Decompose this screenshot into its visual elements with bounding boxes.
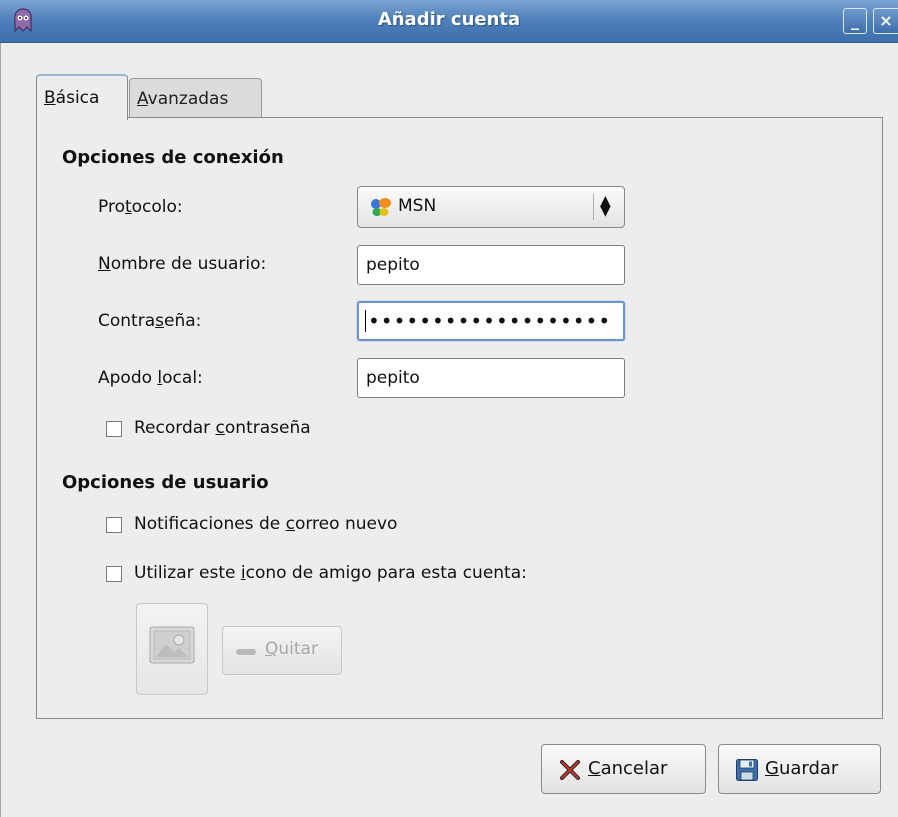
buddy-icon-label[interactable]: Utilizar este icono de amigo para esta c…	[134, 563, 527, 583]
floppy-save-icon	[736, 759, 758, 781]
protocol-label: Protocolo:	[98, 197, 183, 217]
combo-separator	[593, 194, 594, 220]
section-title-connection: Opciones de conexión	[62, 147, 284, 168]
close-button[interactable]: ×	[873, 8, 898, 34]
minus-icon	[236, 649, 256, 655]
new-mail-checkbox[interactable]	[106, 517, 122, 533]
password-label: Contraseña:	[98, 311, 202, 331]
cancel-button-label: Cancelar	[588, 758, 668, 779]
save-button[interactable]: Guardar	[718, 744, 881, 794]
msn-butterfly-icon	[371, 198, 391, 216]
window-title: Añadir cuenta	[377, 9, 521, 30]
buddy-icon-checkbox[interactable]	[106, 566, 122, 582]
tab-label-post: vanzadas	[147, 89, 229, 109]
minimize-button[interactable]: _	[843, 8, 867, 34]
password-mask: •••••••••••••••••••	[368, 309, 612, 333]
remember-password-checkbox[interactable]	[106, 421, 122, 437]
image-placeholder-icon	[149, 626, 195, 664]
tab-basica[interactable]: Básica	[36, 74, 128, 120]
text-cursor	[365, 310, 366, 332]
protocol-value: MSN	[398, 196, 437, 216]
updown-arrows-icon: ▲ ▼	[600, 193, 611, 219]
alias-label: Apodo local:	[98, 368, 203, 388]
new-mail-label[interactable]: Notificaciones de correo nuevo	[134, 514, 397, 534]
cancel-x-icon	[560, 760, 580, 780]
section-title-user-options: Opciones de usuario	[62, 472, 269, 493]
protocol-select[interactable]: MSN ▲ ▼	[357, 186, 625, 228]
alias-field[interactable]: pepito	[357, 358, 625, 398]
tab-avanzadas[interactable]: Avanzadas	[129, 78, 262, 118]
save-button-label: Guardar	[765, 758, 839, 779]
remember-password-label[interactable]: Recordar contraseña	[134, 418, 311, 438]
tab-label-mnemonic: A	[137, 89, 148, 109]
username-label: Nombre de usuario:	[98, 254, 267, 274]
cancel-button[interactable]: Cancelar	[541, 744, 706, 794]
remove-button-label: Quitar	[265, 639, 318, 659]
tab-label-mnemonic: B	[44, 88, 56, 108]
tab-label-post: ásica	[55, 88, 100, 108]
password-field[interactable]: •••••••••••••••••••	[357, 301, 625, 341]
buddy-icon-button[interactable]	[136, 603, 208, 695]
username-field[interactable]: pepito	[357, 245, 625, 285]
window-titlebar[interactable]: Añadir cuenta _ ×	[0, 0, 898, 43]
remove-icon-button[interactable]: Quitar	[222, 626, 342, 675]
